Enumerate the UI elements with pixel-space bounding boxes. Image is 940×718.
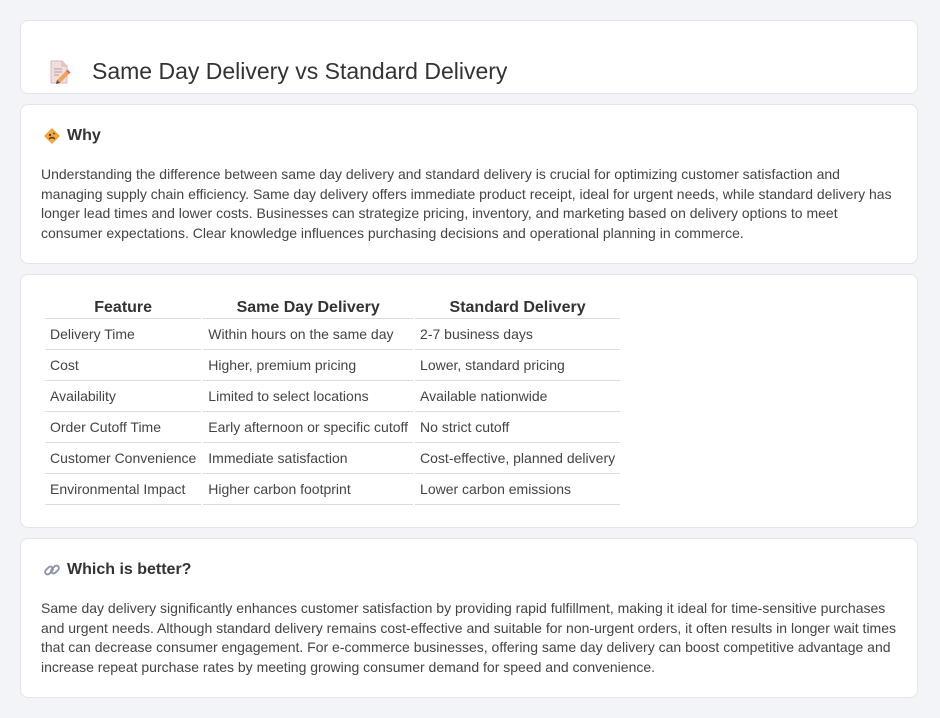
table-cell: Higher, premium pricing [203,350,414,381]
which-is-better-section: Which is better? Same day delivery signi… [20,538,918,698]
table-cell: Availability [45,381,202,412]
document-edit-icon [45,58,73,86]
table-row: Delivery Time Within hours on the same d… [45,319,621,350]
better-heading: Which is better? [67,561,192,578]
table-row: Customer Convenience Immediate satisfact… [45,443,621,474]
why-body: Understanding the difference between sam… [41,166,892,241]
title-row: Same Day Delivery vs Standard Delivery [45,43,507,101]
table-cell: Within hours on the same day [203,319,414,350]
link-icon [43,561,61,579]
warning-diamond-icon [43,127,61,145]
table-cell: Delivery Time [45,319,202,350]
table-cell: Immediate satisfaction [203,443,414,474]
why-heading-row: Why [43,127,101,145]
table-header-row: Feature Same Day Delivery Standard Deliv… [45,295,621,319]
comparison-table: Feature Same Day Delivery Standard Deliv… [43,295,622,505]
why-heading: Why [67,127,101,144]
table-cell: Early afternoon or specific cutoff [203,412,414,443]
table-cell: Lower carbon emissions [415,474,621,505]
table-cell: 2-7 business days [415,319,621,350]
column-header: Standard Delivery [415,295,621,319]
table-cell: Limited to select locations [203,381,414,412]
table-row: Order Cutoff Time Early afternoon or spe… [45,412,621,443]
table-cell: Lower, standard pricing [415,350,621,381]
table-row: Availability Limited to select locations… [45,381,621,412]
table-cell: No strict cutoff [415,412,621,443]
table-cell: Cost-effective, planned delivery [415,443,621,474]
title-card: Same Day Delivery vs Standard Delivery [20,20,918,94]
table-cell: Available nationwide [415,381,621,412]
table-cell: Customer Convenience [45,443,202,474]
table-cell: Cost [45,350,202,381]
table-cell: Environmental Impact [45,474,202,505]
table-row: Environmental Impact Higher carbon footp… [45,474,621,505]
column-header: Same Day Delivery [203,295,414,319]
comparison-section: Feature Same Day Delivery Standard Deliv… [20,274,918,528]
table-cell: Higher carbon footprint [203,474,414,505]
table-cell: Order Cutoff Time [45,412,202,443]
page-title: Same Day Delivery vs Standard Delivery [92,58,508,85]
why-section: Why Understanding the difference between… [20,104,918,264]
better-body: Same day delivery significantly enhances… [41,600,896,675]
table-row: Cost Higher, premium pricing Lower, stan… [45,350,621,381]
column-header: Feature [45,295,202,319]
better-heading-row: Which is better? [43,561,191,579]
